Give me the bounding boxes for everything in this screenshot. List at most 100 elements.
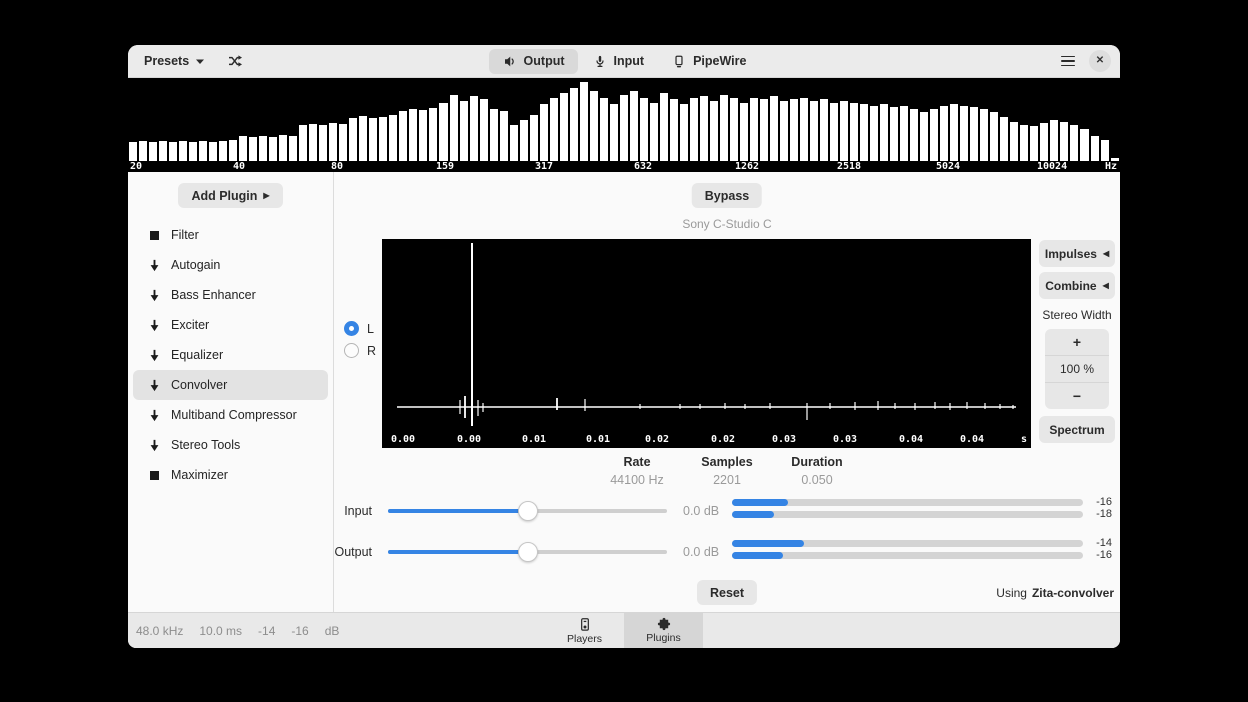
tab-input-label: Input	[613, 54, 645, 68]
spectrum-button[interactable]: Spectrum	[1039, 416, 1115, 443]
spectrum-bar	[1090, 135, 1099, 161]
output-gain-slider[interactable]	[388, 542, 667, 562]
stereo-width-label: Stereo Width	[1042, 308, 1112, 322]
time-tick-label: 0.02	[644, 434, 670, 445]
stereo-width-increase-button[interactable]: +	[1045, 329, 1109, 356]
plugin-item-label: Bass Enhancer	[171, 288, 256, 302]
freq-tick-label: 2518	[837, 161, 862, 172]
plugin-list-item-autogain[interactable]: Autogain	[133, 250, 328, 280]
spectrum-bar	[980, 108, 989, 161]
input-gain-slider[interactable]	[388, 501, 667, 521]
bypass-button[interactable]: Bypass	[691, 183, 763, 208]
spectrum-bar	[810, 100, 819, 161]
spectrum-bar	[830, 102, 839, 161]
presets-button[interactable]: Presets	[136, 50, 213, 72]
engine-name: Zita-convolver	[1031, 585, 1114, 600]
tab-pipewire-label: PipeWire	[693, 54, 747, 68]
plugin-list-item-stereo-tools[interactable]: Stereo Tools	[133, 430, 328, 460]
spectrum-bar	[289, 135, 298, 161]
time-axis-labels: 0.00 0.00 0.01 0.01 0.02 0.02 0.03 0.03 0.04 0.04…	[382, 433, 1031, 446]
stereo-width-spinner: + 100 % −	[1045, 329, 1109, 409]
spectrum-bar	[399, 111, 408, 161]
spectrum-bar	[469, 96, 478, 161]
spectrum-bar	[1010, 121, 1019, 161]
spectrum-bar	[449, 95, 458, 161]
status-stat: -16	[291, 623, 309, 638]
stereo-width-value[interactable]: 100 %	[1045, 356, 1109, 383]
tab-pipewire[interactable]: PipeWire	[659, 49, 759, 74]
reset-button[interactable]: Reset	[696, 580, 758, 605]
tab-input[interactable]: Input	[580, 49, 658, 74]
spectrum-bar	[739, 102, 748, 161]
channel-left-option[interactable]: L	[344, 321, 376, 336]
arrow-down-icon	[148, 349, 161, 362]
plugin-list-item-convolver[interactable]: Convolver	[133, 370, 328, 400]
meter-fill	[732, 511, 775, 518]
input-label: Input	[344, 504, 372, 518]
plugin-list-item-multiband-compressor[interactable]: Multiband Compressor	[133, 400, 328, 430]
radio-right-channel[interactable]	[344, 343, 359, 358]
spectrum-bar	[970, 107, 979, 161]
output-level-row: Output 0.0 dB -14 -16	[334, 538, 1120, 566]
spectrum-bar	[409, 108, 418, 161]
slider-handle[interactable]	[517, 501, 538, 521]
spectrum-bar	[359, 115, 368, 161]
plus-icon: +	[1072, 334, 1082, 350]
minus-icon: −	[1072, 388, 1082, 404]
spectrum-bar	[880, 104, 889, 161]
plugin-list-item-equalizer[interactable]: Equalizer	[133, 340, 328, 370]
plugin-list-item-bass-enhancer[interactable]: Bass Enhancer	[133, 280, 328, 310]
slider-handle[interactable]	[517, 542, 538, 562]
spectrum-bar	[679, 104, 688, 161]
channel-selector: L R	[344, 321, 376, 358]
stereo-width-decrease-button[interactable]: −	[1045, 383, 1109, 409]
status-stat: -14	[258, 623, 276, 638]
duration-label: Duration	[791, 455, 843, 469]
spectrum-bar	[489, 108, 498, 161]
add-plugin-button[interactable]: Add Plugin ▶	[178, 183, 283, 208]
shuffle-icon-button[interactable]	[219, 49, 251, 73]
plugin-item-label: Autogain	[171, 258, 221, 272]
spectrum-bar	[569, 88, 578, 161]
spectrum-bar	[509, 124, 518, 161]
plugin-item-label: Filter	[171, 228, 199, 242]
spectrum-bar	[920, 112, 929, 161]
convolver-panel: Bypass Sony C-Studio C L R 0.00 0.00 0.01 0…	[334, 172, 1120, 612]
spectrum-bar	[549, 97, 558, 161]
spectrum-bar	[539, 104, 548, 161]
close-icon: ✕	[1095, 55, 1105, 66]
spectrum-bar	[299, 124, 308, 161]
spectrum-bar	[259, 135, 268, 161]
spectrum-bar	[419, 110, 428, 161]
pipewire-icon	[675, 55, 683, 67]
hamburger-icon	[1061, 55, 1075, 58]
menu-button[interactable]	[1059, 52, 1077, 71]
tab-players-label: Players	[566, 632, 602, 645]
level-meter	[732, 552, 1083, 559]
spectrum-bar	[629, 91, 638, 161]
tab-plugins[interactable]: Plugins	[624, 613, 703, 648]
input-level-meters: -16 -18	[732, 497, 1120, 520]
easyeffects-window: Presets Output Input PipeWire ✕ 20 40 80…	[128, 45, 1120, 648]
spectrum-bar	[960, 105, 969, 161]
plugin-item-label: Maximizer	[171, 468, 228, 482]
spectrum-bar	[759, 99, 768, 161]
impulses-button[interactable]: Impulses ◀	[1039, 240, 1115, 267]
arrow-down-icon	[148, 289, 161, 302]
time-tick-label: 0.01	[521, 434, 547, 445]
tab-output[interactable]: Output	[488, 48, 578, 74]
spectrum-bar	[309, 123, 318, 161]
channel-right-option[interactable]: R	[344, 343, 376, 358]
triangle-right-icon: ▶	[263, 190, 270, 200]
spectrum-bar	[439, 102, 448, 161]
combine-button[interactable]: Combine ◀	[1039, 272, 1115, 299]
plugin-list-item-filter[interactable]: Filter	[133, 220, 328, 250]
impulse-name: Sony C-Studio C	[682, 217, 772, 231]
radio-left-channel[interactable]	[344, 321, 359, 336]
tab-players[interactable]: Players	[545, 613, 624, 648]
plugin-list-item-maximizer[interactable]: Maximizer	[133, 460, 328, 490]
close-button[interactable]: ✕	[1089, 50, 1111, 72]
spectrum-bar	[1060, 121, 1069, 161]
spectrum-bar	[339, 123, 348, 161]
plugin-list-item-exciter[interactable]: Exciter	[133, 310, 328, 340]
